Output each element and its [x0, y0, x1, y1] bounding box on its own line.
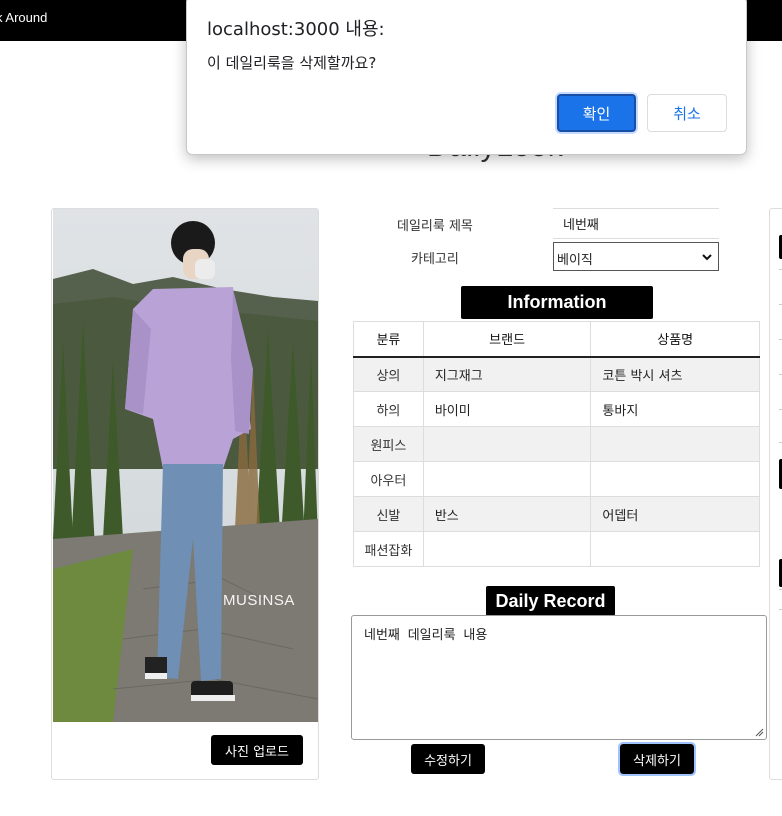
- table-row: 상의 지그재그 코튼 박시 셔츠: [353, 356, 760, 392]
- row-category: 상의: [353, 356, 424, 392]
- brand-cell[interactable]: 반스: [422, 496, 592, 532]
- column-header-brand: 브랜드: [422, 321, 592, 358]
- dialog-title: localhost:3000 내용:: [207, 19, 385, 40]
- title-input[interactable]: [553, 208, 719, 239]
- category-select[interactable]: 베이직: [553, 242, 719, 271]
- column-header-product: 상품명: [590, 321, 760, 358]
- table-row: 아우터: [353, 461, 760, 497]
- daily-record-text: 네번째 데일리룩 내용: [364, 628, 488, 643]
- column-header-category: 분류: [353, 321, 424, 358]
- row-category: 신발: [353, 496, 424, 532]
- brand-cell[interactable]: 지그재그: [422, 356, 592, 392]
- brand-cell[interactable]: [422, 461, 592, 497]
- category-selected-value: 베이직: [557, 253, 593, 268]
- dialog-cancel-button[interactable]: 취소: [647, 94, 727, 132]
- photo-upload-button[interactable]: 사진 업로드: [211, 735, 303, 765]
- product-cell[interactable]: [590, 461, 760, 497]
- delete-button[interactable]: 삭제하기: [618, 742, 696, 776]
- product-cell[interactable]: [590, 531, 760, 567]
- daily-record-heading: Daily Record: [486, 586, 615, 616]
- product-cell[interactable]: [590, 426, 760, 462]
- daily-record-textarea[interactable]: 네번째 데일리룩 내용: [351, 615, 767, 740]
- side-panel: [769, 208, 782, 780]
- chevron-down-icon: [702, 254, 712, 261]
- table-row: 하의 바이미 통바지: [353, 391, 760, 427]
- row-category: 하의: [353, 391, 424, 427]
- brand-cell[interactable]: [422, 531, 592, 567]
- table-row: 패션잡화: [353, 531, 760, 567]
- row-category: 아우터: [353, 461, 424, 497]
- title-label: 데일리룩 제목: [397, 219, 473, 234]
- table-row: 원피스: [353, 426, 760, 462]
- row-category: 패션잡화: [353, 531, 424, 567]
- product-cell[interactable]: 어뎁터: [590, 496, 760, 532]
- photo-watermark: MUSINSA: [223, 592, 295, 609]
- confirm-dialog: localhost:3000 내용: 이 데일리룩을 삭제할까요? 확인 취소: [186, 0, 747, 155]
- table-row: 신발 반스 어뎁터: [353, 496, 760, 532]
- row-category: 원피스: [353, 426, 424, 462]
- navbar-brand[interactable]: k Around: [0, 10, 47, 25]
- clothing-info-table: 분류 브랜드 상품명 상의 지그재그 코튼 박시 셔츠 하의 바이미 통바지 원…: [353, 321, 760, 567]
- photo-card: MUSINSA 사진 업로드: [51, 208, 319, 780]
- outfit-photo: MUSINSA: [53, 209, 318, 722]
- product-cell[interactable]: 통바지: [590, 391, 760, 427]
- dialog-message: 이 데일리룩을 삭제할까요?: [207, 54, 377, 72]
- resize-grip-icon[interactable]: [755, 728, 764, 737]
- edit-button[interactable]: 수정하기: [411, 744, 485, 774]
- category-label: 카테고리: [411, 252, 459, 267]
- information-heading: Information: [461, 286, 653, 319]
- dialog-ok-button[interactable]: 확인: [557, 94, 636, 132]
- product-cell[interactable]: 코튼 박시 셔츠: [590, 356, 760, 392]
- brand-cell[interactable]: [422, 426, 592, 462]
- brand-cell[interactable]: 바이미: [422, 391, 592, 427]
